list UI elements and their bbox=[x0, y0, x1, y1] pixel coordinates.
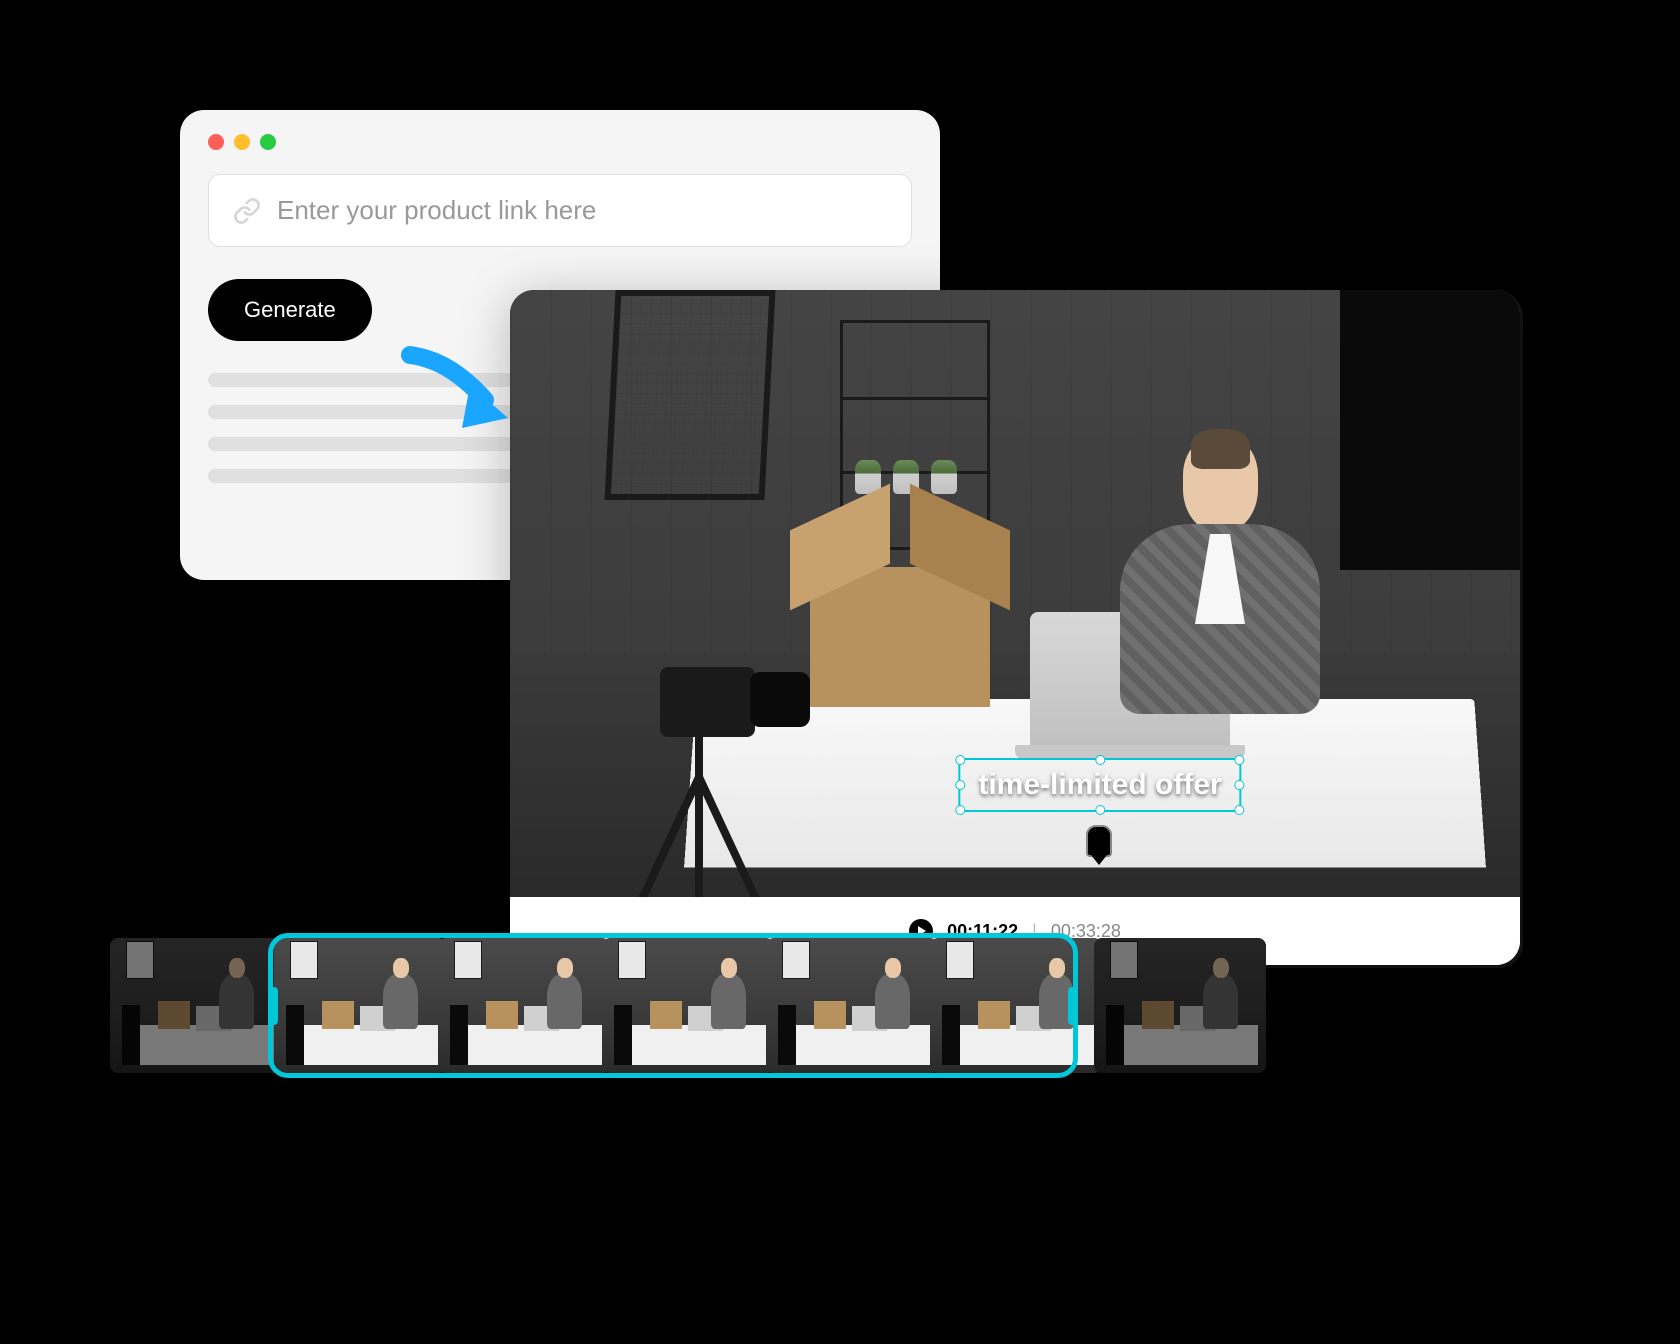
resize-handle[interactable] bbox=[955, 755, 965, 765]
link-icon bbox=[233, 197, 261, 225]
minimize-dot[interactable] bbox=[234, 134, 250, 150]
resize-handle[interactable] bbox=[955, 780, 965, 790]
url-input[interactable]: Enter your product link here bbox=[208, 174, 912, 247]
timeline-thumb[interactable] bbox=[110, 938, 282, 1073]
arrow-icon bbox=[400, 340, 530, 440]
url-placeholder: Enter your product link here bbox=[277, 195, 596, 226]
generate-button[interactable]: Generate bbox=[208, 279, 372, 341]
resize-handle[interactable] bbox=[955, 805, 965, 815]
timeline-thumb[interactable] bbox=[1094, 938, 1266, 1073]
caption-text: time-limited offer bbox=[978, 768, 1221, 801]
window-controls bbox=[208, 134, 912, 150]
timeline-thumb[interactable] bbox=[930, 938, 1102, 1073]
timeline-thumb[interactable] bbox=[602, 938, 774, 1073]
timeline[interactable] bbox=[110, 938, 1310, 1073]
resize-handle[interactable] bbox=[1095, 755, 1105, 765]
playhead-marker[interactable] bbox=[1086, 825, 1112, 857]
timeline-thumb[interactable] bbox=[438, 938, 610, 1073]
timeline-thumb[interactable] bbox=[766, 938, 938, 1073]
maximize-dot[interactable] bbox=[260, 134, 276, 150]
resize-handle[interactable] bbox=[1095, 805, 1105, 815]
close-dot[interactable] bbox=[208, 134, 224, 150]
video-frame[interactable]: time-limited offer bbox=[510, 290, 1520, 897]
video-preview: time-limited offer 00:11:22 | 00:33:28 bbox=[510, 290, 1520, 965]
caption-overlay[interactable]: time-limited offer bbox=[958, 758, 1241, 812]
timeline-thumb[interactable] bbox=[274, 938, 446, 1073]
